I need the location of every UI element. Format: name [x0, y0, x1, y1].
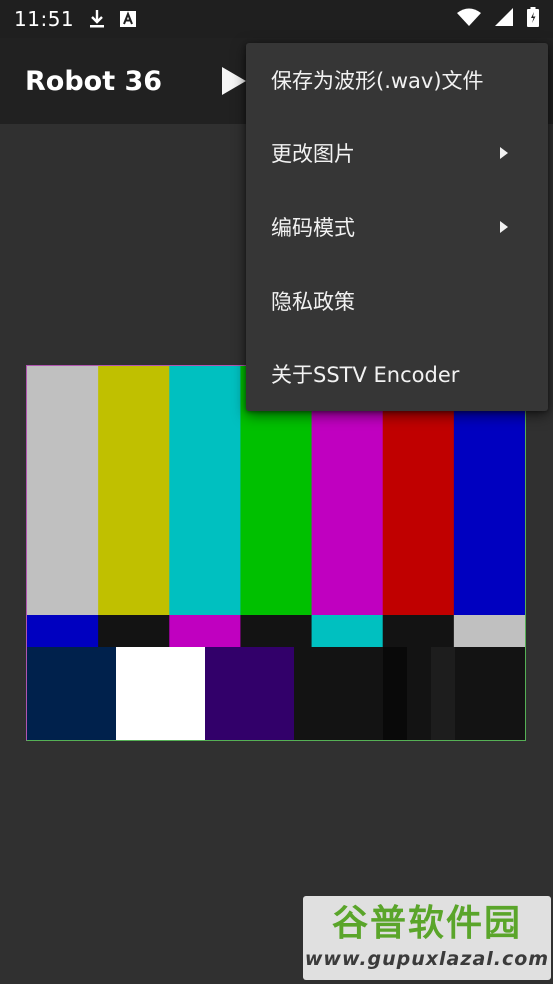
castellation-bar	[240, 615, 313, 647]
font-a-icon	[120, 11, 137, 27]
menu-item-save-wav[interactable]: 保存为波形(.wav)文件	[246, 43, 548, 117]
watermark-url: www.gupuxlazal.com	[304, 948, 550, 970]
color-bar	[98, 366, 170, 615]
app-title: Robot 36	[25, 65, 163, 97]
pluge-block	[27, 647, 117, 740]
color-bar	[169, 366, 241, 615]
castellation-bar	[169, 615, 241, 647]
play-icon	[222, 67, 246, 95]
pluge-block	[455, 647, 525, 740]
pluge-block	[116, 647, 206, 740]
menu-item-label: 保存为波形(.wav)文件	[271, 68, 484, 93]
castellation-bar	[382, 615, 455, 647]
download-icon	[88, 9, 106, 29]
wifi-icon	[457, 8, 481, 30]
color-bar	[27, 366, 99, 615]
watermark: 谷普软件园 www.gupuxlazal.com	[303, 896, 551, 980]
castellation-bar	[311, 615, 384, 647]
submenu-arrow-icon	[500, 147, 508, 160]
castellation-bar	[453, 615, 525, 647]
status-icons-group	[457, 7, 539, 31]
menu-item-change-picture[interactable]: 更改图片	[246, 117, 548, 191]
castellation-bar	[98, 615, 170, 647]
overflow-menu: 保存为波形(.wav)文件 更改图片 编码模式 隐私政策 关于SSTV Enco…	[246, 43, 548, 411]
image-preview[interactable]	[26, 365, 526, 741]
menu-item-label: 隐私政策	[271, 289, 355, 314]
castellation-bar	[27, 615, 99, 647]
test-pattern-image	[27, 366, 525, 740]
menu-item-label: 关于SSTV Encoder	[271, 363, 460, 388]
pluge-block	[294, 647, 384, 740]
battery-icon	[527, 7, 539, 31]
status-bar: 11:51	[0, 0, 553, 38]
pluge-block	[407, 647, 432, 740]
menu-item-about[interactable]: 关于SSTV Encoder	[246, 337, 548, 411]
submenu-arrow-icon	[500, 220, 508, 233]
menu-item-encoding-mode[interactable]: 编码模式	[246, 190, 548, 264]
status-time: 11:51	[14, 7, 75, 31]
menu-item-label: 编码模式	[271, 215, 355, 240]
menu-item-label: 更改图片	[271, 142, 355, 167]
signal-icon	[495, 8, 513, 30]
pluge-block	[431, 647, 456, 740]
watermark-logo-text: 谷普软件园	[331, 903, 522, 944]
pluge-block	[205, 647, 295, 740]
menu-item-privacy-policy[interactable]: 隐私政策	[246, 264, 548, 338]
pluge-block	[383, 647, 408, 740]
